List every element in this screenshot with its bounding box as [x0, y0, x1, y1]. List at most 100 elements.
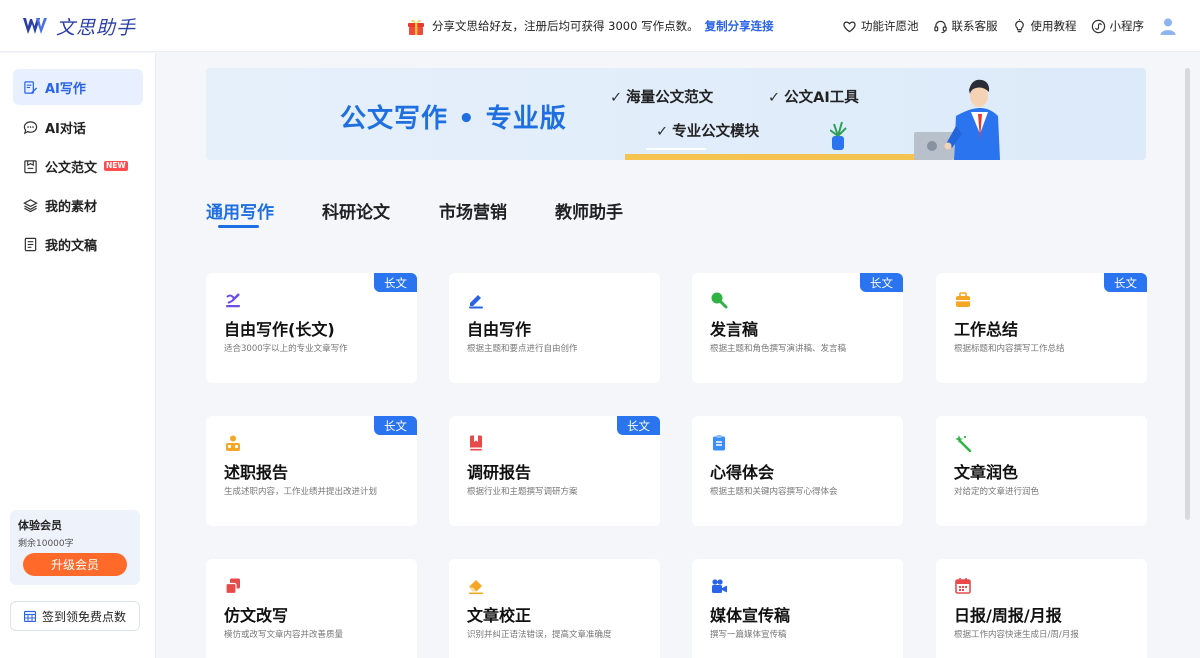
tool-card-work-summary[interactable]: 长文 工作总结 根据标题和内容撰写工作总结	[936, 273, 1147, 383]
tutorial-label: 使用教程	[1030, 19, 1077, 33]
share-promo: 分享文思给好友，注册后均可获得 3000 写作点数。 复制分享连接	[406, 14, 774, 38]
top-bar: 文思助手 分享文思给好友，注册后均可获得 3000 写作点数。 复制分享连接 功…	[0, 0, 1200, 52]
heart-icon	[843, 21, 856, 32]
tool-card-media-release[interactable]: 媒体宣传稿 撰写一篇媒体宣传稿	[692, 559, 903, 658]
card-description: 根据行业和主题撰写调研方案	[467, 487, 578, 497]
write-icon	[24, 80, 38, 94]
miniprogram-link[interactable]: 小程序	[1091, 18, 1144, 34]
miniprogram-icon	[1091, 19, 1105, 33]
sidebar-item-ai-writing[interactable]: AI写作	[13, 69, 143, 105]
member-title: 体验会员	[18, 519, 62, 532]
card-description: 根据工作内容快速生成日/周/月报	[954, 630, 1079, 640]
logo-w-icon	[23, 18, 47, 34]
briefcase-icon	[956, 292, 970, 307]
card-description: 识别并纠正语法错误，提高文章准确度	[467, 630, 612, 640]
headset-icon	[933, 20, 947, 33]
long-form-badge: 长文	[374, 273, 417, 292]
sidebar-item-templates[interactable]: 公文范文 NEW	[13, 148, 143, 184]
sidebar-item-ai-chat[interactable]: AI对话	[13, 109, 143, 145]
card-title: 自由写作	[467, 320, 532, 339]
copy-share-link[interactable]: 复制分享连接	[705, 18, 774, 34]
video-camera-icon	[712, 579, 727, 593]
card-description: 根据主题和要点进行自由创作	[467, 344, 578, 354]
tool-card-reflections[interactable]: 心得体会 根据主题和关键内容撰写心得体会	[692, 416, 903, 526]
customer-service-label: 联系客服	[951, 19, 998, 33]
new-badge: NEW	[104, 161, 128, 171]
lightbulb-icon	[1014, 18, 1024, 32]
check-icon: ✓	[656, 124, 669, 140]
eraser-icon	[469, 580, 483, 595]
upgrade-button[interactable]: 升级会员	[23, 553, 127, 576]
magic-wand-icon	[955, 435, 972, 452]
card-description: 撰写一篇媒体宣传稿	[710, 630, 787, 640]
tab-research-papers[interactable]: 科研论文	[322, 198, 390, 223]
tab-teacher-assistant[interactable]: 教师助手	[555, 198, 623, 223]
card-title: 发言稿	[710, 320, 759, 339]
active-tab-indicator	[218, 225, 259, 228]
checkin-button[interactable]: 签到领免费点数	[10, 601, 140, 631]
page-scrollbar[interactable]	[1185, 68, 1190, 520]
bookmark-book-icon	[470, 435, 482, 451]
magnifier-icon	[711, 292, 728, 309]
card-title: 述职报告	[224, 463, 289, 482]
sidebar-item-label: 公文范文	[45, 160, 98, 176]
clipboard-icon	[713, 435, 725, 451]
long-form-badge: 长文	[860, 273, 903, 292]
sidebar-item-label: AI写作	[45, 81, 86, 97]
sidebar-item-materials[interactable]: 我的素材	[13, 187, 143, 223]
top-nav: 功能许愿池 联系客服 使用教程 小程序	[842, 14, 1178, 38]
banner-feature: ✓ 海量公文范文	[610, 90, 714, 106]
sidebar-item-label: 我的文稿	[45, 238, 98, 254]
people-icon	[226, 435, 240, 451]
chat-icon	[23, 120, 38, 134]
card-description: 根据主题和关键内容撰写心得体会	[710, 487, 838, 497]
tool-card-polish[interactable]: 文章润色 对给定的文章进行润色	[936, 416, 1147, 526]
tool-card-free-writing-long[interactable]: 长文 自由写作(长文) 适合3000字以上的专业文章写作	[206, 273, 417, 383]
sidebar-item-drafts[interactable]: 我的文稿	[13, 226, 143, 262]
sidebar-item-label: AI对话	[45, 121, 86, 137]
member-remaining: 剩余10000字	[18, 539, 74, 549]
wishlist-link[interactable]: 功能许愿池	[842, 18, 919, 34]
promo-banner[interactable]: 公文写作 • 专业版 ✓ 海量公文范文 ✓ 公文AI工具 ✓ 专业公文模块	[206, 68, 1146, 160]
customer-service-link[interactable]: 联系客服	[933, 18, 998, 34]
banner-decor-line	[646, 148, 706, 150]
tool-card-job-report[interactable]: 长文 述职报告 生成述职内容，工作业绩并提出改进计划	[206, 416, 417, 526]
check-icon: ✓	[768, 90, 781, 106]
long-form-badge: 长文	[374, 416, 417, 435]
card-description: 生成述职内容，工作业绩并提出改进计划	[224, 487, 378, 497]
banner-title: 公文写作 • 专业版	[340, 104, 567, 134]
tool-card-proofreading[interactable]: 文章校正 识别并纠正语法错误，提高文章准确度	[449, 559, 660, 658]
calendar-icon	[955, 578, 971, 594]
banner-feature: ✓ 专业公文模块	[656, 124, 760, 140]
card-description: 模仿或改写文章内容并改善质量	[224, 630, 344, 640]
gift-icon	[408, 19, 424, 35]
tool-card-daily-report[interactable]: 日报/周报/月报 根据工作内容快速生成日/周/月报	[936, 559, 1147, 658]
card-title: 媒体宣传稿	[710, 606, 791, 625]
logo-text: 文思助手	[56, 16, 137, 39]
tool-card-rewrite[interactable]: 仿文改写 模仿或改写文章内容并改善质量	[206, 559, 417, 658]
card-title: 日报/周报/月报	[954, 606, 1062, 625]
checkin-label: 签到领免费点数	[41, 609, 126, 624]
user-avatar-icon[interactable]	[1158, 16, 1178, 36]
card-title: 文章润色	[954, 463, 1019, 482]
member-panel: 体验会员 剩余10000字 升级会员	[10, 510, 140, 585]
copy-icon	[225, 578, 240, 595]
tab-marketing[interactable]: 市场营销	[439, 198, 507, 223]
tool-card-speech-draft[interactable]: 长文 发言稿 根据主题和角色撰写演讲稿、发言稿	[692, 273, 903, 383]
logo[interactable]: 文思助手	[22, 12, 136, 40]
tool-card-research-report[interactable]: 长文 调研报告 根据行业和主题撰写调研方案	[449, 416, 660, 526]
tab-general-writing[interactable]: 通用写作	[206, 198, 274, 223]
card-title: 调研报告	[467, 463, 532, 482]
businessman-illustration-icon	[830, 79, 1000, 160]
card-title: 文章校正	[467, 606, 532, 625]
card-title: 工作总结	[954, 320, 1019, 339]
check-icon: ✓	[610, 90, 623, 106]
file-icon	[24, 237, 37, 251]
tutorial-link[interactable]: 使用教程	[1012, 18, 1077, 34]
tool-card-free-writing[interactable]: 自由写作 根据主题和要点进行自由创作	[449, 273, 660, 383]
long-form-badge: 长文	[1104, 273, 1147, 292]
sidebar: AI写作 AI对话 公文范文 NEW 我的素材 我的文稿 体验会员 剩余1000…	[0, 53, 156, 658]
card-description: 适合3000字以上的专业文章写作	[224, 344, 348, 354]
long-form-badge: 长文	[617, 416, 660, 435]
card-title: 仿文改写	[224, 606, 289, 625]
